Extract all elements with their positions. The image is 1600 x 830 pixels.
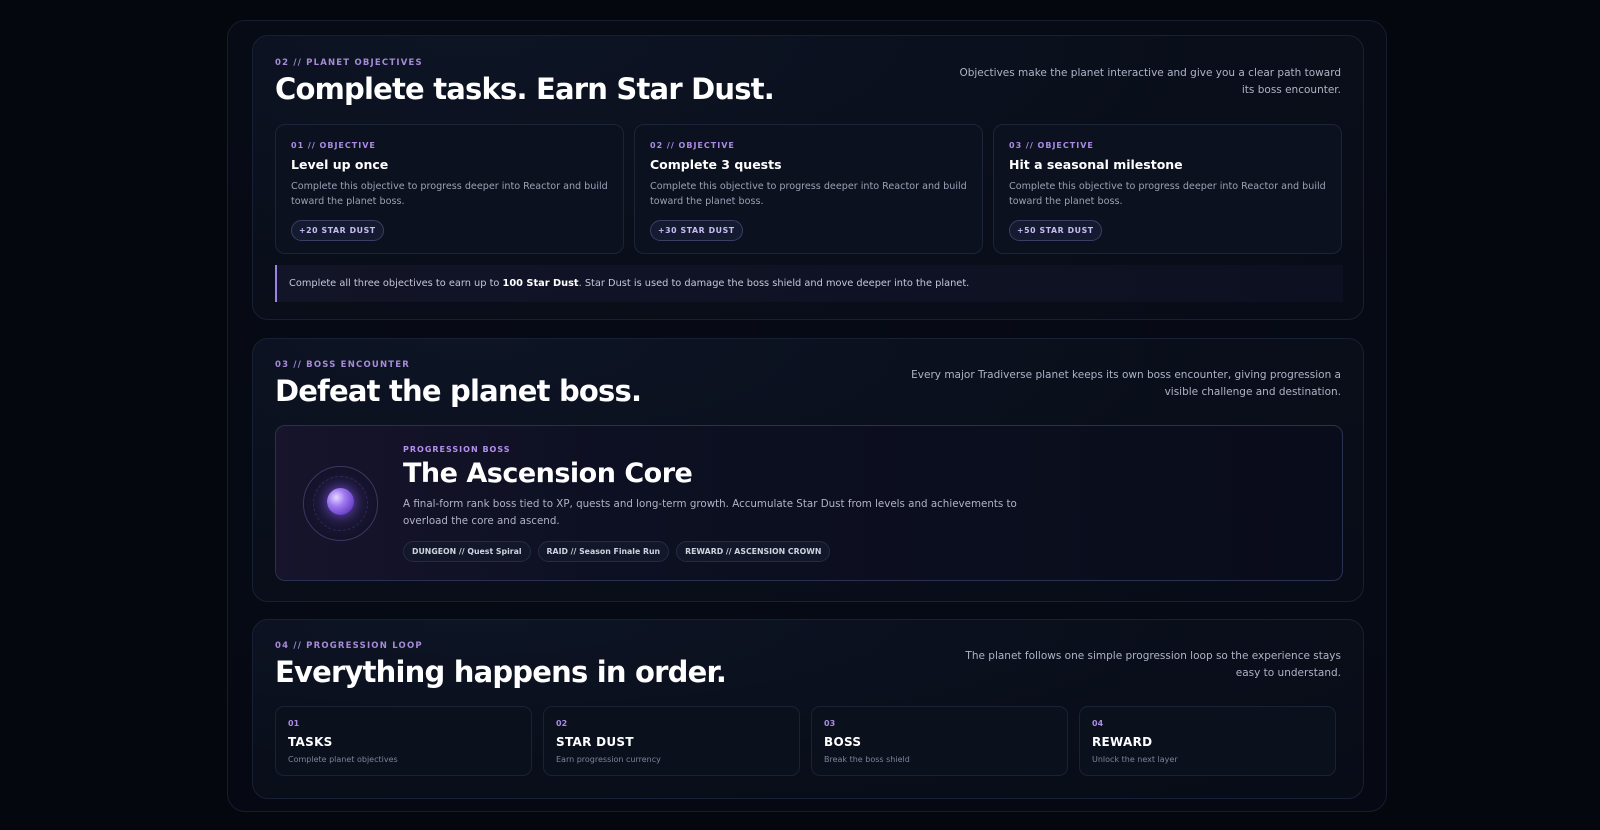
reward-badge: +30 STAR DUST (650, 220, 743, 241)
note-prefix: Complete all three objectives to earn up… (289, 278, 503, 289)
step-title: BOSS (824, 735, 862, 749)
section-eyebrow: 02 // PLANET OBJECTIVES (275, 58, 423, 68)
section-title: Everything happens in order. (275, 655, 727, 689)
note-highlight: 100 Star Dust (502, 278, 579, 289)
step-description: Unlock the next layer (1092, 755, 1178, 764)
section-title: Defeat the planet boss. (275, 374, 642, 408)
boss-tag: REWARD // ASCENSION CROWN (676, 541, 831, 562)
objective-eyebrow: 03 // OBJECTIVE (1009, 141, 1094, 150)
objectives-summary-note: Complete all three objectives to earn up… (275, 265, 1343, 302)
section-intro: Objectives make the planet interactive a… (959, 67, 1341, 96)
boss-tag: RAID // Season Finale Run (537, 541, 670, 562)
reward-badge: +20 STAR DUST (291, 220, 384, 241)
objective-description: Complete this objective to progress deep… (291, 181, 608, 207)
reward-badge: +50 STAR DUST (1009, 220, 1102, 241)
step-description: Complete planet objectives (288, 755, 398, 764)
objective-eyebrow: 02 // OBJECTIVE (650, 141, 735, 150)
step-title: STAR DUST (556, 735, 634, 749)
objective-eyebrow: 01 // OBJECTIVE (291, 141, 376, 150)
step-title: TASKS (288, 735, 333, 749)
objective-card[interactable]: 02 // OBJECTIVE Complete 3 quests Comple… (634, 124, 983, 254)
objective-title: Hit a seasonal milestone (1009, 157, 1183, 172)
boss-orb-icon (303, 466, 378, 541)
progression-loop-section: 04 // PROGRESSION LOOP Everything happen… (252, 619, 1364, 799)
boss-tag: DUNGEON // Quest Spiral (403, 541, 531, 562)
boss-title: The Ascension Core (403, 458, 693, 489)
objective-card[interactable]: 03 // OBJECTIVE Hit a seasonal milestone… (993, 124, 1342, 254)
section-eyebrow: 04 // PROGRESSION LOOP (275, 641, 423, 651)
objective-description: Complete this objective to progress deep… (650, 181, 967, 207)
step-number: 02 (556, 719, 568, 728)
boss-tags: DUNGEON // Quest Spiral RAID // Season F… (403, 541, 831, 562)
loop-step[interactable]: 01 TASKS Complete planet objectives (275, 706, 532, 776)
objective-card[interactable]: 01 // OBJECTIVE Level up once Complete t… (275, 124, 624, 254)
boss-eyebrow: PROGRESSION BOSS (403, 445, 511, 454)
planet-objectives-section: 02 // PLANET OBJECTIVES Complete tasks. … (252, 35, 1364, 320)
step-description: Earn progression currency (556, 755, 661, 764)
loop-step[interactable]: 04 REWARD Unlock the next layer (1079, 706, 1336, 776)
boss-description: A final-form rank boss tied to XP, quest… (403, 498, 1017, 527)
section-intro: Every major Tradiverse planet keeps its … (911, 369, 1341, 398)
boss-encounter-section: 03 // BOSS ENCOUNTER Defeat the planet b… (252, 338, 1364, 602)
step-number: 01 (288, 719, 300, 728)
step-title: REWARD (1092, 735, 1153, 749)
content-frame: 02 // PLANET OBJECTIVES Complete tasks. … (227, 20, 1387, 812)
loop-step[interactable]: 02 STAR DUST Earn progression currency (543, 706, 800, 776)
section-eyebrow: 03 // BOSS ENCOUNTER (275, 360, 411, 370)
note-suffix: . Star Dust is used to damage the boss s… (578, 278, 970, 289)
boss-card[interactable]: PROGRESSION BOSS The Ascension Core A fi… (275, 425, 1343, 581)
objective-title: Complete 3 quests (650, 157, 782, 172)
step-description: Break the boss shield (824, 755, 910, 764)
step-number: 03 (824, 719, 836, 728)
objective-title: Level up once (291, 157, 389, 172)
loop-step[interactable]: 03 BOSS Break the boss shield (811, 706, 1068, 776)
section-intro: The planet follows one simple progressio… (965, 650, 1341, 679)
objective-description: Complete this objective to progress deep… (1009, 181, 1326, 207)
section-title: Complete tasks. Earn Star Dust. (275, 72, 775, 106)
step-number: 04 (1092, 719, 1104, 728)
